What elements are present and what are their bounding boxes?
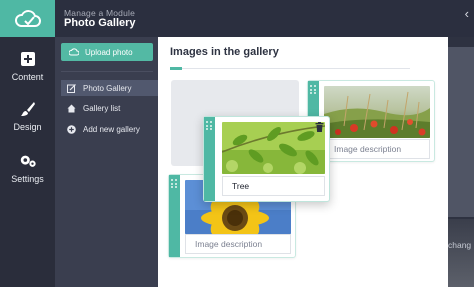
drag-handle[interactable] <box>169 175 180 257</box>
sidebar-item-photo-gallery[interactable]: Photo Gallery <box>61 80 167 96</box>
grip-icon <box>205 121 214 130</box>
home-icon <box>67 104 76 113</box>
trash-icon[interactable] <box>313 121 325 133</box>
brush-icon <box>19 100 37 118</box>
edit-icon <box>67 83 76 93</box>
grip-icon <box>309 85 318 94</box>
cloud-check-icon <box>14 9 41 27</box>
drag-handle[interactable] <box>204 117 215 201</box>
rail-item-content[interactable]: Content <box>0 50 55 82</box>
rail-item-label: Design <box>13 122 42 132</box>
description-field[interactable]: Tree <box>222 176 325 196</box>
grip-icon <box>170 179 179 188</box>
sidebar-item-label: Gallery list <box>83 103 121 113</box>
rail-item-label: Content <box>11 72 44 82</box>
title-underline <box>170 67 410 70</box>
chevron-left-icon[interactable]: ‹ <box>465 6 469 21</box>
photo-thumbnail <box>222 122 325 174</box>
divider <box>61 71 153 72</box>
app-logo[interactable] <box>0 0 55 37</box>
sidebar-item-add-new-gallery[interactable]: Add new gallery <box>61 121 161 137</box>
page-title: Photo Gallery <box>64 17 136 29</box>
rail-item-design[interactable]: Design <box>0 100 55 132</box>
plus-circle-icon <box>67 124 76 134</box>
background-text: chang <box>448 240 472 250</box>
background-content: chang <box>448 37 474 287</box>
gallery-card-dragging[interactable]: Tree <box>203 116 330 202</box>
photo-thumbnail <box>324 86 430 138</box>
description-field[interactable]: Image description <box>324 139 430 159</box>
rail-item-label: Settings <box>11 174 44 184</box>
page-header: Manage a Module Photo Gallery ‹ <box>55 0 474 37</box>
rail-item-settings[interactable]: Settings <box>0 152 55 184</box>
sidebar-item-label: Photo Gallery <box>83 83 132 93</box>
gears-icon <box>19 152 37 170</box>
module-sidebar: Upload photo Photo Gallery Gallery list … <box>55 37 167 287</box>
description-field[interactable]: Image description <box>185 234 291 254</box>
upload-photo-label: Upload photo <box>85 47 133 57</box>
plus-square-icon <box>19 50 37 68</box>
upload-photo-button[interactable]: Upload photo <box>61 43 153 61</box>
panel-title: Images in the gallery <box>170 46 279 58</box>
sidebar-item-gallery-list[interactable]: Gallery list <box>61 100 161 116</box>
cloud-upload-icon <box>69 48 79 56</box>
left-rail: Content Design Settings <box>0 0 55 287</box>
sidebar-item-label: Add new gallery <box>83 124 140 134</box>
